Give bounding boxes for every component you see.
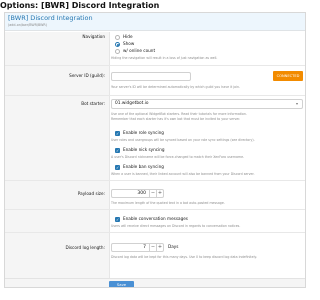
- divider: [5, 209, 305, 210]
- bot-starter-label: Bot starter:: [81, 101, 105, 106]
- chevron-down-icon: ▾: [296, 101, 299, 106]
- navigation-radio-show[interactable]: [115, 42, 120, 47]
- log-length-label: Discord log length:: [65, 245, 105, 250]
- navigation-label: Navigation: [82, 34, 105, 39]
- conversation-label[interactable]: Enable conversation messages: [123, 216, 188, 222]
- server-id-hint: Your server's ID will be determined auto…: [111, 85, 241, 89]
- log-length-hint: Discord log data will be kept for this m…: [111, 255, 257, 259]
- ban-sync-hint: When a user is banned, their linked acco…: [111, 172, 255, 176]
- addon-title: [BWR] Discord Integration: [8, 14, 93, 22]
- nick-sync-hint: A user's Discord nickname will be force-…: [111, 155, 245, 159]
- bot-starter-hint-2: Remember that each starter has it's own …: [111, 116, 241, 121]
- log-length-unit: Days: [168, 244, 179, 249]
- divider: [5, 232, 305, 233]
- navigation-option-hide[interactable]: Hide: [123, 34, 133, 40]
- navigation-radio-online-count[interactable]: [115, 49, 120, 54]
- payload-size-stepper[interactable]: 300 − +: [111, 189, 164, 198]
- payload-size-hint: The maximum length of the quoted text in…: [111, 201, 225, 205]
- log-length-value[interactable]: 7: [112, 244, 149, 251]
- server-id-label: Server ID (guild):: [69, 73, 105, 78]
- conversation-checkbox[interactable]: ✓: [115, 217, 120, 222]
- bot-starter-value: 01.widgetbot.io: [115, 101, 149, 106]
- role-sync-label[interactable]: Enable role syncing: [123, 130, 164, 136]
- navigation-option-show[interactable]: Show: [123, 41, 134, 47]
- addon-subtitle: (add-on/bwr/BWR/BWR): [8, 23, 48, 27]
- plus-icon[interactable]: +: [156, 244, 163, 251]
- role-sync-hint: User roles and usergroups will be synced…: [111, 138, 255, 142]
- minus-icon[interactable]: −: [149, 190, 156, 197]
- connected-button[interactable]: CONNECTED: [273, 71, 303, 81]
- payload-size-value[interactable]: 300: [112, 190, 149, 197]
- navigation-option-online-count[interactable]: w/ online count: [123, 48, 155, 54]
- server-id-input[interactable]: [111, 72, 191, 81]
- form-footer: Save: [5, 278, 305, 287]
- nick-sync-label[interactable]: Enable nick syncing: [123, 147, 165, 153]
- bot-starter-select[interactable]: 01.widgetbot.io: [111, 99, 303, 109]
- panel-header: [BWR] Discord Integration (add-on/bwr/BW…: [5, 13, 305, 31]
- log-length-stepper[interactable]: 7 − +: [111, 243, 164, 252]
- nick-sync-checkbox[interactable]: ✓: [115, 148, 120, 153]
- plus-icon[interactable]: +: [156, 190, 163, 197]
- page-title: Options: [BWR] Discord Integration: [0, 1, 160, 10]
- options-panel: [BWR] Discord Integration (add-on/bwr/BW…: [4, 12, 306, 288]
- conversation-hint: Users will receive direct messages on Di…: [111, 224, 241, 228]
- save-button[interactable]: Save: [109, 280, 134, 287]
- divider: [5, 180, 305, 181]
- navigation-radio-hide[interactable]: [115, 35, 120, 40]
- ban-sync-checkbox[interactable]: ✓: [115, 165, 120, 170]
- ban-sync-label[interactable]: Enable ban syncing: [123, 164, 164, 170]
- role-sync-checkbox[interactable]: ✓: [115, 131, 120, 136]
- navigation-hint: Hiding the navigation will result in a l…: [111, 56, 218, 60]
- divider: [5, 95, 305, 96]
- payload-size-label: Payload size:: [77, 191, 105, 196]
- divider: [5, 65, 305, 66]
- label-column: [5, 32, 110, 278]
- minus-icon[interactable]: −: [149, 244, 156, 251]
